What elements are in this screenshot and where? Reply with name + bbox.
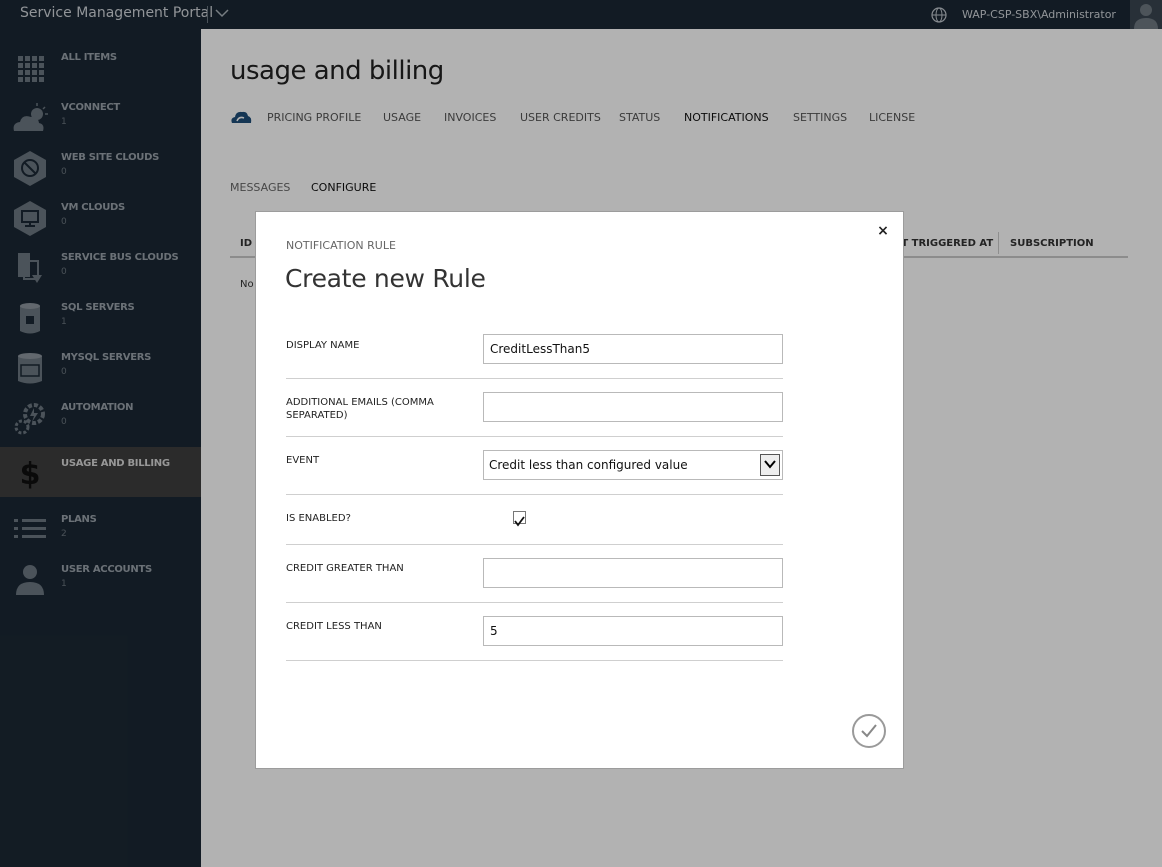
credit-less-than-label: CREDIT LESS THAN [286, 621, 382, 632]
credit-greater-than-label: CREDIT GREATER THAN [286, 563, 404, 574]
credit-greater-than-row: CREDIT GREATER THAN [286, 545, 783, 603]
is-enabled-row: IS ENABLED? [286, 495, 783, 545]
credit-greater-than-field[interactable] [483, 558, 783, 588]
event-select-value: Credit less than configured value [489, 458, 688, 472]
display-name-row: DISPLAY NAME [286, 325, 783, 379]
display-name-label: DISPLAY NAME [286, 340, 360, 351]
event-select[interactable]: Credit less than configured value [483, 450, 783, 480]
credit-less-than-field[interactable] [483, 616, 783, 646]
dialog-title: Create new Rule [285, 264, 486, 293]
event-row: EVENT Credit less than configured value [286, 437, 783, 495]
checkmark-icon [861, 724, 877, 738]
credit-less-than-row: CREDIT LESS THAN [286, 603, 783, 661]
chevron-down-icon[interactable] [760, 454, 780, 476]
is-enabled-checkbox[interactable] [513, 511, 526, 527]
create-rule-dialog: × NOTIFICATION RULE Create new Rule DISP… [255, 211, 904, 769]
additional-emails-row: ADDITIONAL EMAILS (COMMA SEPARATED) [286, 379, 783, 437]
event-label: EVENT [286, 455, 320, 466]
is-enabled-label: IS ENABLED? [286, 513, 351, 524]
dialog-eyebrow: NOTIFICATION RULE [286, 239, 396, 252]
confirm-button[interactable] [852, 714, 886, 748]
additional-emails-label: ADDITIONAL EMAILS (COMMA SEPARATED) [286, 397, 434, 421]
display-name-field[interactable] [483, 334, 783, 364]
close-icon[interactable]: × [876, 224, 890, 238]
checkmark-icon [514, 516, 525, 527]
additional-emails-field[interactable] [483, 392, 783, 422]
